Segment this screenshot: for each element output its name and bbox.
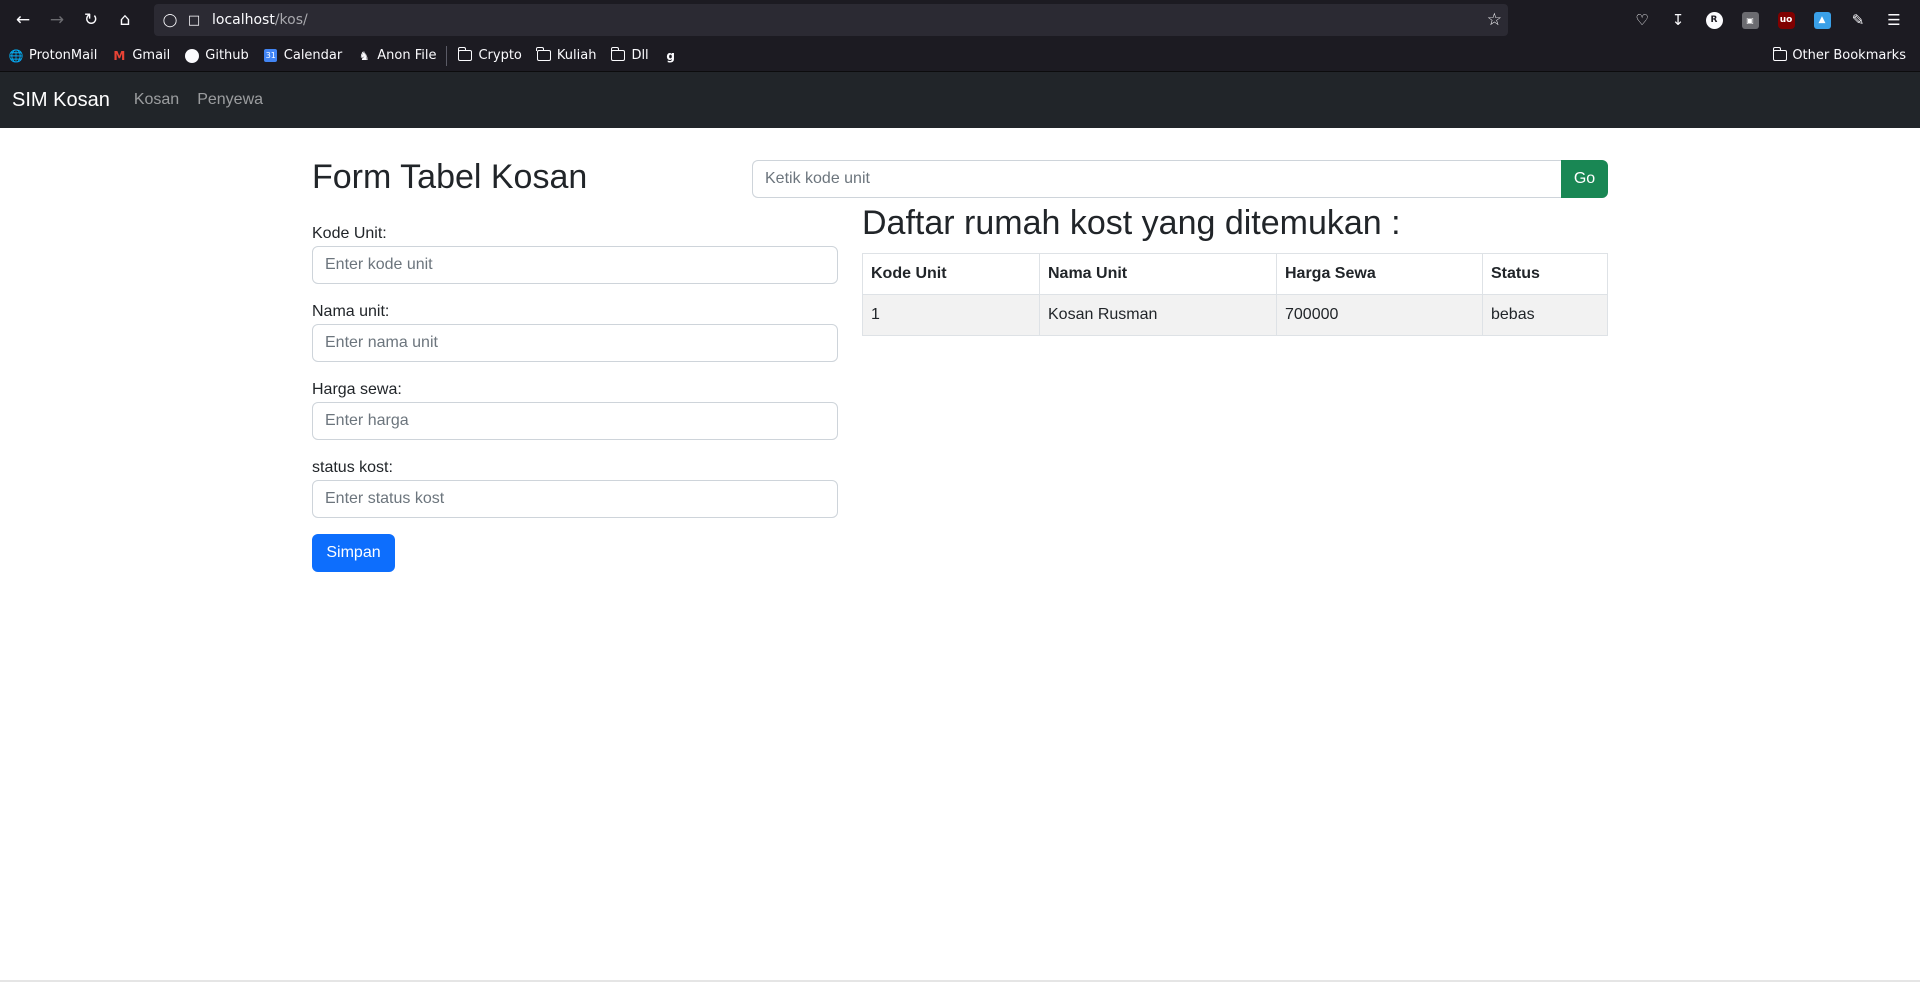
- ublock-extension-icon[interactable]: uo: [1768, 3, 1804, 37]
- bookmark-label: Anon File: [377, 48, 437, 63]
- bookmark-folder-dll[interactable]: Dll: [610, 44, 649, 68]
- url-host: localhost: [212, 12, 275, 28]
- nav-link-penyewa[interactable]: Penyewa: [197, 91, 263, 109]
- back-icon[interactable]: ←: [6, 3, 40, 37]
- bookmark-label: Gmail: [132, 48, 171, 63]
- bookmark-extra[interactable]: g: [663, 44, 684, 68]
- nama-unit-input[interactable]: [312, 324, 838, 362]
- column-header: Status: [1482, 253, 1608, 295]
- harga-sewa-input[interactable]: [312, 402, 838, 440]
- go-button[interactable]: Go: [1561, 160, 1608, 198]
- folder-icon: [457, 47, 473, 64]
- kode-unit-input[interactable]: [312, 246, 838, 284]
- bookmark-github[interactable]: Github: [184, 44, 249, 68]
- harga-sewa-label: Harga sewa:: [312, 381, 402, 398]
- bookmark-label: Calendar: [283, 48, 343, 63]
- table-cell: 1: [862, 294, 1040, 336]
- other-bookmarks-label: Other Bookmarks: [1792, 48, 1906, 63]
- search-input[interactable]: [752, 160, 1561, 198]
- page-icon[interactable]: □: [182, 4, 206, 36]
- bookmark-label: Crypto: [478, 48, 522, 63]
- table-cell: bebas: [1482, 294, 1608, 336]
- folder-icon: [1772, 47, 1788, 61]
- table-header-row: Kode Unit Nama Unit Harga Sewa Status: [862, 253, 1608, 295]
- reload-icon[interactable]: ↻: [74, 3, 108, 37]
- forward-icon[interactable]: →: [40, 3, 74, 37]
- bookmark-separator: [446, 45, 448, 66]
- bookmark-anonfile[interactable]: ♞ Anon File: [356, 44, 437, 68]
- home-icon[interactable]: ⌂: [108, 3, 142, 37]
- bookmark-label: Github: [205, 48, 249, 63]
- pocket-icon[interactable]: ♡: [1624, 3, 1660, 37]
- site-navbar: SIM Kosan Kosan Penyewa: [0, 72, 1920, 128]
- menu-icon[interactable]: ☰: [1876, 3, 1912, 37]
- column-header: Harga Sewa: [1276, 253, 1483, 295]
- column-header: Kode Unit: [862, 253, 1040, 295]
- g-logo-icon: g: [666, 48, 675, 63]
- bookmarks-bar: 🌐 ProtonMail M Gmail Github 31 Calendar ♞ An…: [0, 40, 1920, 72]
- anonfile-icon: ♞: [358, 48, 370, 63]
- url-bar[interactable]: ◯ □ localhost/kos/ ☆: [154, 4, 1508, 36]
- bookmark-star-icon[interactable]: ☆: [1487, 4, 1502, 36]
- shield-icon[interactable]: ◯: [158, 4, 182, 36]
- bookmark-label: Kuliah: [556, 48, 597, 63]
- other-bookmarks[interactable]: Other Bookmarks: [1772, 47, 1906, 63]
- nama-unit-label: Nama unit:: [312, 303, 390, 320]
- bookmark-folder-crypto[interactable]: Crypto: [457, 44, 522, 68]
- url-text[interactable]: localhost/kos/: [212, 12, 308, 28]
- simpan-button[interactable]: Simpan: [312, 534, 395, 572]
- calendar-icon: 31: [264, 49, 278, 62]
- table-cell: 700000: [1276, 294, 1483, 336]
- results-title: Daftar rumah kost yang ditemukan :: [862, 204, 1401, 242]
- bookmark-calendar[interactable]: 31 Calendar: [263, 44, 342, 68]
- bookmark-folder-kuliah[interactable]: Kuliah: [536, 44, 597, 68]
- search-group: Go: [752, 160, 1608, 198]
- page-title: Form Tabel Kosan: [312, 158, 588, 196]
- table-cell: Kosan Rusman: [1039, 294, 1277, 336]
- download-icon[interactable]: ↧: [1660, 3, 1696, 37]
- results-table: Kode Unit Nama Unit Harga Sewa Status 1 …: [862, 253, 1608, 336]
- folder-icon: [536, 47, 552, 64]
- bookmark-label: ProtonMail: [29, 48, 98, 63]
- folder-icon: [610, 47, 626, 64]
- vpn-extension-icon[interactable]: ▲: [1804, 3, 1840, 37]
- bookmark-gmail[interactable]: M Gmail: [111, 44, 170, 68]
- globe-icon: 🌐: [8, 48, 24, 63]
- profile-extension-icon[interactable]: R: [1696, 3, 1732, 37]
- toolbar-actions: ♡ ↧ R ▣ uo ▲ ✎ ☰: [1624, 3, 1912, 37]
- column-header: Nama Unit: [1039, 253, 1277, 295]
- container-extension-icon[interactable]: ▣: [1732, 3, 1768, 37]
- nav-link-kosan[interactable]: Kosan: [134, 91, 179, 109]
- navbar-brand[interactable]: SIM Kosan: [12, 89, 110, 112]
- table-row: 1 Kosan Rusman 700000 bebas: [862, 294, 1608, 336]
- status-kost-input[interactable]: [312, 480, 838, 518]
- bookmark-label: Dll: [631, 48, 649, 63]
- status-kost-label: status kost:: [312, 459, 393, 476]
- browser-toolbar: ← → ↻ ⌂ ◯ □ localhost/kos/ ☆ ♡ ↧ R ▣ uo …: [0, 0, 1920, 40]
- bookmark-protonmail[interactable]: 🌐 ProtonMail: [8, 44, 98, 68]
- kode-unit-label: Kode Unit:: [312, 225, 387, 242]
- gmail-icon: M: [113, 48, 126, 63]
- github-icon: [184, 48, 200, 64]
- url-path: /kos/: [274, 12, 308, 28]
- extensions-icon[interactable]: ✎: [1840, 3, 1876, 37]
